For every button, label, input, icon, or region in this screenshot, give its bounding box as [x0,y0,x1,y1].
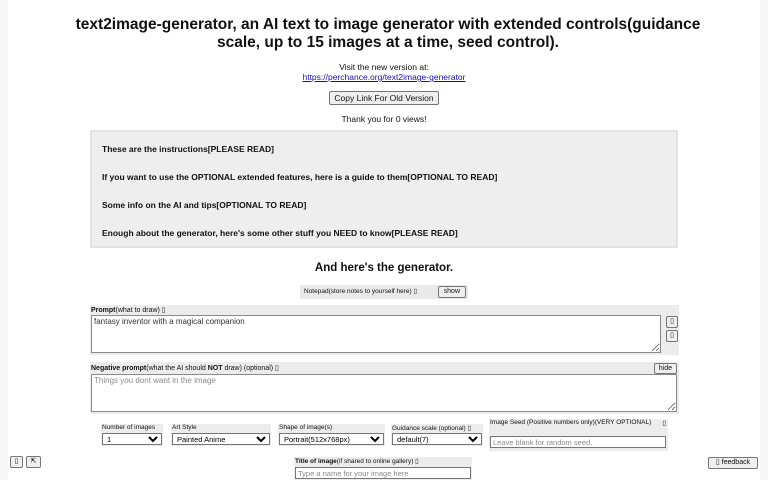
negative-prompt-label: Negative prompt(what the AI should NOT d… [91,365,279,372]
notepad-label: Notepad(store notes to yourself here) ▯ [304,288,418,295]
shape-field: Shape of image(s) Portrait(512x768px) [278,424,385,446]
views-counter: Thank you for 0 views! [8,114,760,124]
extended-features-section[interactable]: If you want to use the OPTIONAL extended… [102,172,497,182]
copy-link-button[interactable]: Copy Link For Old Version [329,91,439,105]
art-style-select[interactable]: Painted Anime [172,433,270,445]
seed-input[interactable] [490,436,666,448]
image-title-input[interactable] [295,467,471,479]
negative-prompt-hide-button[interactable]: hide [653,363,677,374]
visit-notice: Visit the new version at: https://percha… [8,62,760,82]
shape-label: Shape of image(s) [279,424,333,431]
guidance-field: Guidance scale (optional) ▯ default(7) [391,424,483,446]
negative-prompt-input[interactable] [91,374,677,412]
seed-field: Image Seed (Positive numbers only)(VERY … [489,419,668,451]
prompt-label: Prompt(what to draw) ▯ [91,307,166,314]
page: text2image-generator, an AI text to imag… [8,0,760,480]
image-title-label: Title of image(if shared to online galle… [295,458,419,465]
ai-info-section[interactable]: Some info on the AI and tips[OPTIONAL TO… [102,200,306,210]
corner-button-1[interactable]: ▯ [10,456,23,468]
feedback-button[interactable]: ▯ feedback [708,457,758,469]
corner-expand-button[interactable]: ⇱ [26,456,41,468]
shape-select[interactable]: Portrait(512x768px) [279,433,384,445]
art-style-label: Art Style [172,424,197,431]
generator-heading: And here's the generator. [314,262,454,274]
art-style-field: Art Style Painted Anime [171,424,271,446]
seed-label: Image Seed (Positive numbers only)(VERY … [490,419,652,426]
instructions-section[interactable]: These are the instructions[PLEASE READ] [102,144,274,154]
num-images-select[interactable]: 1 [102,433,162,445]
guidance-label: Guidance scale (optional) ▯ [392,425,472,432]
views-prefix: Thank you for [341,114,396,124]
prompt-input[interactable]: fantasy inventor with a magical companio… [91,315,661,353]
image-title-field: Title of image(if shared to online galle… [294,457,472,480]
prompt-panel: Prompt(what to draw) ▯ fantasy inventor … [90,305,679,355]
negative-prompt-panel: Negative prompt(what the AI should NOT d… [90,362,679,414]
other-stuff-section[interactable]: Enough about the generator, here's some … [102,228,458,238]
page-title: text2image-generator, an AI text to imag… [75,16,701,51]
new-version-link[interactable]: https://perchance.org/text2image-generat… [8,72,760,82]
guidance-select[interactable]: default(7) [392,433,482,445]
notepad-bar: Notepad(store notes to yourself here) ▯ … [300,285,468,299]
prompt-side-button-2[interactable]: ▯ [666,330,678,342]
views-suffix: views! [400,114,427,124]
info-sections: These are the instructions[PLEASE READ] … [90,130,678,248]
visit-text: Visit the new version at: [339,62,429,72]
notepad-show-button[interactable]: show [437,286,466,298]
prompt-side-button-1[interactable]: ▯ [666,316,678,328]
seed-info-icon[interactable]: ▯ [662,419,666,427]
num-images-field: Number of images 1 [101,424,163,446]
num-images-label: Number of images [102,424,156,431]
